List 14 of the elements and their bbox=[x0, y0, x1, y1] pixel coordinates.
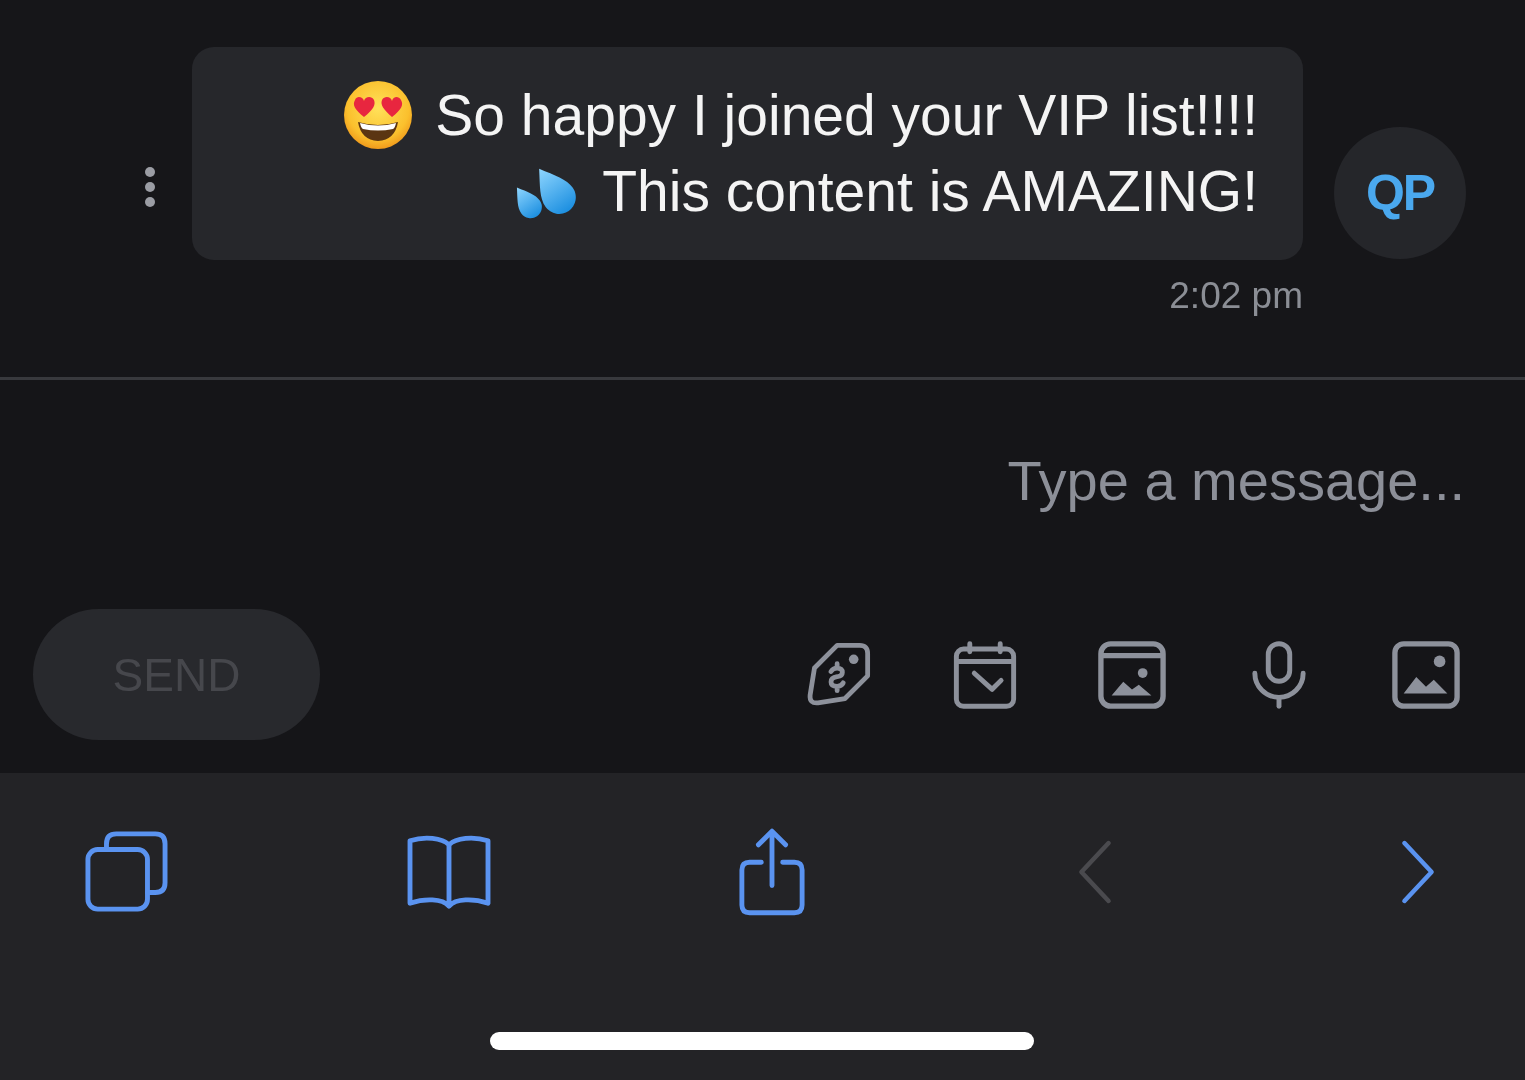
share-icon[interactable] bbox=[738, 827, 806, 917]
message-time: 2:02 pm bbox=[1169, 276, 1303, 316]
sender-avatar: QP bbox=[1334, 127, 1466, 259]
message-input[interactable]: Type a message... bbox=[40, 430, 1485, 530]
chevron-right-icon[interactable] bbox=[1399, 839, 1437, 905]
message-text: This content is AMAZING! bbox=[602, 158, 1258, 225]
heart-eyes-emoji-icon bbox=[343, 80, 414, 150]
bookmarks-icon[interactable] bbox=[405, 833, 493, 911]
tabs-icon[interactable] bbox=[84, 831, 168, 913]
message-text: So happy I joined your VIP list!!!! bbox=[435, 82, 1258, 149]
photo-album-icon[interactable] bbox=[1098, 640, 1166, 709]
more-options-icon[interactable] bbox=[144, 166, 156, 208]
calendar-check-icon[interactable] bbox=[951, 640, 1019, 709]
image-icon[interactable] bbox=[1392, 640, 1460, 709]
